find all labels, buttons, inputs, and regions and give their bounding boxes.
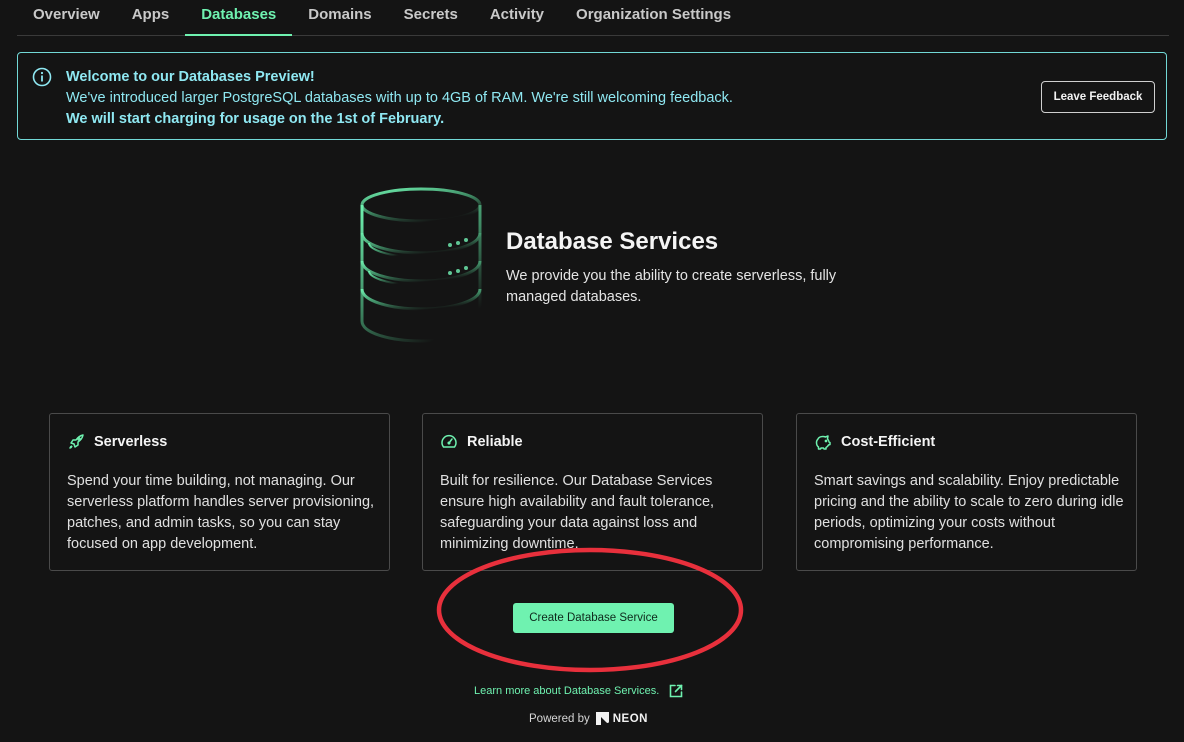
nav-tabs: Overview Apps Databases Domains Secrets …	[17, 0, 1169, 36]
card-cost-efficient: Cost-Efficient Smart savings and scalabi…	[796, 413, 1137, 571]
hero-description: We provide you the ability to create ser…	[506, 268, 837, 305]
card-title: Reliable	[467, 434, 523, 450]
card-body: Spend your time building, not managing. …	[67, 473, 375, 552]
tab-overview[interactable]: Overview	[17, 0, 116, 35]
learn-more-label: Learn more about Database Services.	[474, 685, 660, 697]
database-icon	[360, 187, 482, 343]
preview-banner: Welcome to our Databases Preview! We've …	[17, 52, 1167, 140]
learn-more-link[interactable]: Learn more about Database Services.	[474, 683, 684, 699]
card-body: Built for resilience. Our Database Servi…	[440, 473, 715, 552]
create-database-service-button[interactable]: Create Database Service	[513, 603, 674, 633]
tab-secrets[interactable]: Secrets	[388, 0, 474, 35]
banner-line-1: We've introduced larger PostgreSQL datab…	[66, 90, 733, 106]
piggy-bank-icon	[815, 435, 831, 450]
banner-line-2: We will start charging for usage on the …	[66, 111, 445, 127]
tab-activity[interactable]: Activity	[474, 0, 560, 35]
gauge-icon	[441, 434, 457, 448]
info-icon	[32, 67, 52, 87]
external-link-icon	[669, 684, 683, 698]
hero-title: Database Services	[506, 228, 719, 255]
banner-text: Welcome to our Databases Preview! We've …	[66, 67, 733, 130]
powered-by-label: Powered by	[529, 712, 590, 725]
powered-by: Powered by NEON	[529, 711, 648, 726]
card-serverless: Serverless Spend your time building, not…	[49, 413, 390, 571]
rocket-icon	[69, 434, 84, 449]
leave-feedback-button[interactable]: Leave Feedback	[1041, 81, 1155, 113]
tab-organization-settings[interactable]: Organization Settings	[560, 0, 747, 35]
card-reliable: Reliable Built for resilience. Our Datab…	[422, 413, 763, 571]
tab-apps[interactable]: Apps	[116, 0, 186, 35]
neon-wordmark: NEON	[612, 712, 648, 725]
neon-logo: NEON	[595, 711, 648, 726]
neon-logo-icon	[595, 712, 609, 725]
card-title: Serverless	[94, 434, 168, 450]
banner-title: Welcome to our Databases Preview!	[66, 69, 315, 85]
tab-databases[interactable]: Databases	[185, 0, 293, 36]
card-body: Smart savings and scalability. Enjoy pre…	[814, 473, 1124, 552]
tab-domains[interactable]: Domains	[292, 0, 387, 35]
card-title: Cost-Efficient	[841, 434, 936, 450]
